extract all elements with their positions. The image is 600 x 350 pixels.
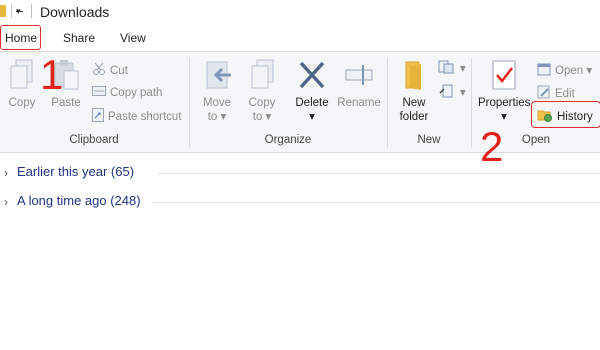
title-separator bbox=[31, 4, 32, 18]
properties-icon bbox=[492, 60, 516, 90]
rename-button[interactable]: Rename bbox=[336, 58, 382, 110]
open-dropdown-icon: ▾ bbox=[586, 65, 593, 78]
group-header-earlier-this-year[interactable]: › Earlier this year (65) bbox=[0, 163, 600, 185]
group-header-label: Earlier this year (65) bbox=[17, 164, 135, 179]
new-item-button[interactable]: ▾ bbox=[438, 60, 466, 78]
properties-label: Properties bbox=[478, 97, 531, 109]
history-highlight bbox=[531, 101, 600, 128]
paste-shortcut-button[interactable]: Paste shortcut bbox=[92, 108, 182, 126]
chevron-right-icon[interactable]: › bbox=[4, 166, 8, 180]
clipboard-group-label: Clipboard bbox=[69, 134, 119, 146]
move-to-button[interactable]: Move to ▾ bbox=[197, 58, 237, 124]
home-tab-highlight bbox=[0, 25, 41, 50]
paste-shortcut-label: Paste shortcut bbox=[108, 111, 182, 124]
copy-icon bbox=[10, 59, 33, 89]
step-1-annotation: 1 bbox=[40, 51, 64, 98]
new-folder-label-line2: folder bbox=[399, 111, 429, 123]
open-icon bbox=[537, 62, 551, 80]
new-folder-label-line1: New bbox=[402, 97, 426, 109]
copy-button[interactable]: Copy bbox=[4, 58, 40, 110]
copy-to-dropdown-icon: ▾ bbox=[265, 111, 272, 123]
open-button[interactable]: Open ▾ bbox=[537, 62, 592, 80]
group-header-rule bbox=[152, 202, 600, 203]
delete-label: Delete bbox=[295, 97, 329, 109]
move-to-label-line1: Move bbox=[202, 97, 232, 109]
copy-to-label-line1: Copy bbox=[248, 97, 276, 109]
easy-access-button[interactable]: ▾ bbox=[438, 84, 466, 102]
new-folder-button[interactable]: New folder bbox=[394, 58, 434, 124]
delete-dropdown-icon: ▾ bbox=[309, 111, 315, 123]
edit-label: Edit bbox=[555, 88, 575, 101]
ribbon-tabs: Home Share View bbox=[0, 26, 600, 50]
new-group-label: New bbox=[417, 134, 441, 146]
new-folder-icon bbox=[405, 61, 421, 90]
paste-label: Paste bbox=[51, 97, 81, 109]
scissors-icon bbox=[92, 62, 106, 80]
easy-access-dropdown-icon: ▾ bbox=[460, 87, 466, 100]
delete-button[interactable]: Delete ▾ bbox=[292, 58, 332, 124]
step-2-annotation: 2 bbox=[480, 123, 504, 170]
group-header-rule bbox=[158, 173, 600, 174]
quick-access-separator bbox=[11, 4, 12, 18]
properties-dropdown-icon: ▾ bbox=[501, 111, 507, 123]
cut-button[interactable]: Cut bbox=[92, 62, 128, 80]
new-item-icon bbox=[438, 60, 456, 78]
window-title: Downloads bbox=[40, 4, 110, 20]
properties-button[interactable]: Properties ▾ bbox=[478, 58, 530, 124]
copy-to-button[interactable]: Copy to ▾ bbox=[242, 58, 282, 124]
delete-x-icon bbox=[299, 61, 325, 89]
ribbon: Copy Paste Cut Copy path Paste shortcut … bbox=[0, 51, 600, 153]
move-to-icon bbox=[206, 61, 231, 89]
paste-shortcut-icon bbox=[92, 108, 104, 126]
copy-label: Copy bbox=[8, 97, 36, 109]
copy-path-button[interactable]: Copy path bbox=[92, 85, 162, 101]
copy-path-label: Copy path bbox=[110, 87, 163, 100]
copy-path-icon bbox=[92, 85, 106, 101]
folder-icon bbox=[0, 5, 6, 17]
group-header-long-time-ago[interactable]: › A long time ago (248) bbox=[0, 192, 600, 214]
easy-access-icon bbox=[438, 84, 456, 102]
new-item-dropdown-icon: ▾ bbox=[460, 63, 466, 76]
group-header-label: A long time ago (248) bbox=[17, 193, 141, 208]
open-label: Open bbox=[555, 65, 584, 78]
copy-to-icon bbox=[251, 59, 274, 89]
tab-view[interactable]: View bbox=[120, 31, 146, 45]
chevron-right-icon[interactable]: › bbox=[4, 195, 8, 209]
quick-access-underline bbox=[16, 11, 23, 12]
organize-group-label: Organize bbox=[264, 134, 312, 146]
rename-label: Rename bbox=[337, 97, 381, 109]
title-bar: ▾ Downloads bbox=[0, 0, 600, 24]
cut-label: Cut bbox=[110, 65, 128, 78]
move-to-label-line2: to bbox=[207, 111, 218, 123]
copy-to-label-line2: to bbox=[252, 111, 263, 123]
rename-icon bbox=[345, 65, 373, 85]
tab-share[interactable]: Share bbox=[63, 31, 95, 45]
move-to-dropdown-icon: ▾ bbox=[220, 111, 227, 123]
